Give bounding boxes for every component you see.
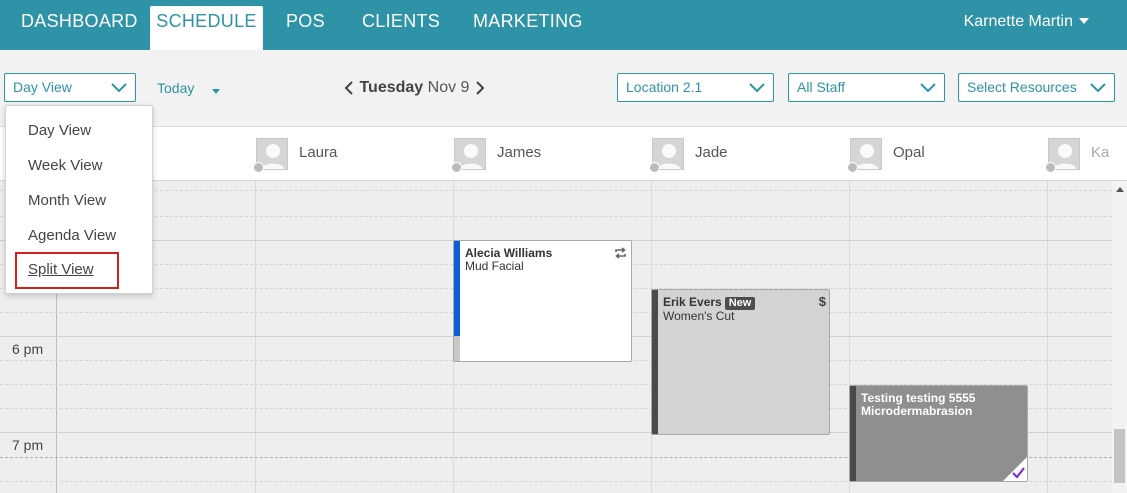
- view-select-value: Day View: [13, 79, 72, 95]
- appointment-card[interactable]: Testing testing 5555 Microdermabrasion: [849, 385, 1028, 482]
- column-divider: [255, 181, 256, 493]
- scroll-up-icon[interactable]: [1116, 187, 1124, 192]
- chevron-right-icon[interactable]: [474, 80, 486, 96]
- staff-select[interactable]: All Staff: [788, 73, 945, 102]
- staff-header: Laura James Jade Opal Ka: [0, 127, 1127, 181]
- staff-name: Ka: [1091, 144, 1110, 161]
- nav-dashboard[interactable]: DASHBOARD: [21, 0, 138, 50]
- user-menu[interactable]: Karnette Martin: [964, 0, 1089, 43]
- resources-select-value: Select Resources: [967, 79, 1077, 95]
- nav-clients[interactable]: CLIENTS: [362, 0, 440, 50]
- staff-name: Laura: [299, 144, 338, 161]
- time-label: 7 pm: [12, 437, 44, 453]
- status-dot: [451, 162, 462, 173]
- scroll-thumb[interactable]: [1114, 429, 1125, 483]
- status-dot: [1045, 162, 1056, 173]
- chevron-down-icon: [749, 83, 765, 93]
- user-name: Karnette Martin: [963, 13, 1073, 30]
- time-label: 6 pm: [12, 341, 44, 357]
- chevron-left-icon[interactable]: [343, 80, 355, 96]
- appointment-service: Women's Cut: [663, 309, 735, 323]
- column-divider: [1047, 181, 1048, 493]
- view-dropdown-menu: Day View Week View Month View Agenda Vie…: [5, 105, 153, 294]
- staff-name: Opal: [893, 144, 925, 161]
- status-dot: [253, 162, 264, 173]
- chevron-down-icon: [920, 83, 936, 93]
- staff-name: Jade: [695, 144, 728, 161]
- appointment-client: Erik Evers: [663, 295, 722, 309]
- slot-line: [0, 216, 1112, 217]
- chevron-down-icon: [111, 83, 127, 93]
- menu-item-agenda-view[interactable]: Agenda View: [28, 227, 116, 244]
- caret-down-icon: [1079, 17, 1089, 24]
- caret-down-icon[interactable]: [212, 89, 220, 94]
- menu-item-day-view[interactable]: Day View: [28, 122, 91, 139]
- dollar-icon: $: [818, 294, 826, 309]
- appointment-color-bar: [850, 386, 856, 481]
- repeat-icon: [615, 247, 626, 259]
- menu-item-week-view[interactable]: Week View: [28, 157, 102, 174]
- menu-item-month-view[interactable]: Month View: [28, 192, 106, 209]
- staff-name: James: [497, 144, 542, 161]
- nav-pos[interactable]: POS: [286, 0, 325, 50]
- today-button[interactable]: Today: [157, 80, 194, 96]
- vertical-scrollbar[interactable]: [1112, 181, 1127, 493]
- appointment-card[interactable]: Erik Evers New Women's Cut $: [651, 289, 830, 435]
- appointment-buffer-bar: [454, 336, 460, 361]
- resources-select[interactable]: Select Resources: [958, 73, 1115, 102]
- appointment-service: Microdermabrasion: [861, 404, 973, 418]
- appointment-service: Mud Facial: [465, 259, 524, 273]
- appointment-card[interactable]: Alecia Williams Mud Facial: [453, 240, 632, 362]
- chevron-down-icon: [1090, 83, 1106, 93]
- top-nav: DASHBOARD SCHEDULE POS CLIENTS MARKETING…: [0, 0, 1127, 50]
- slot-line: [0, 190, 1112, 191]
- appointment-color-bar: [652, 290, 658, 434]
- status-dot: [649, 162, 660, 173]
- menu-item-split-view[interactable]: Split View: [15, 252, 119, 289]
- location-select-value: Location 2.1: [626, 79, 703, 95]
- view-select[interactable]: Day View: [4, 73, 136, 102]
- date-weekday: Tuesday: [359, 79, 424, 96]
- checkmark-icon: [1012, 467, 1025, 478]
- nav-schedule[interactable]: SCHEDULE: [150, 6, 263, 50]
- date-navigator: Tuesday Nov 9: [343, 76, 486, 100]
- staff-select-value: All Staff: [797, 79, 845, 95]
- status-dot: [847, 162, 858, 173]
- date-month-day: Nov 9: [427, 79, 470, 96]
- schedule-grid[interactable]: 6 pm 7 pm Alecia Williams Mud Facial Eri…: [0, 181, 1112, 493]
- nav-marketing[interactable]: MARKETING: [473, 0, 583, 50]
- appointment-color-bar: [454, 241, 460, 336]
- location-select[interactable]: Location 2.1: [617, 73, 774, 102]
